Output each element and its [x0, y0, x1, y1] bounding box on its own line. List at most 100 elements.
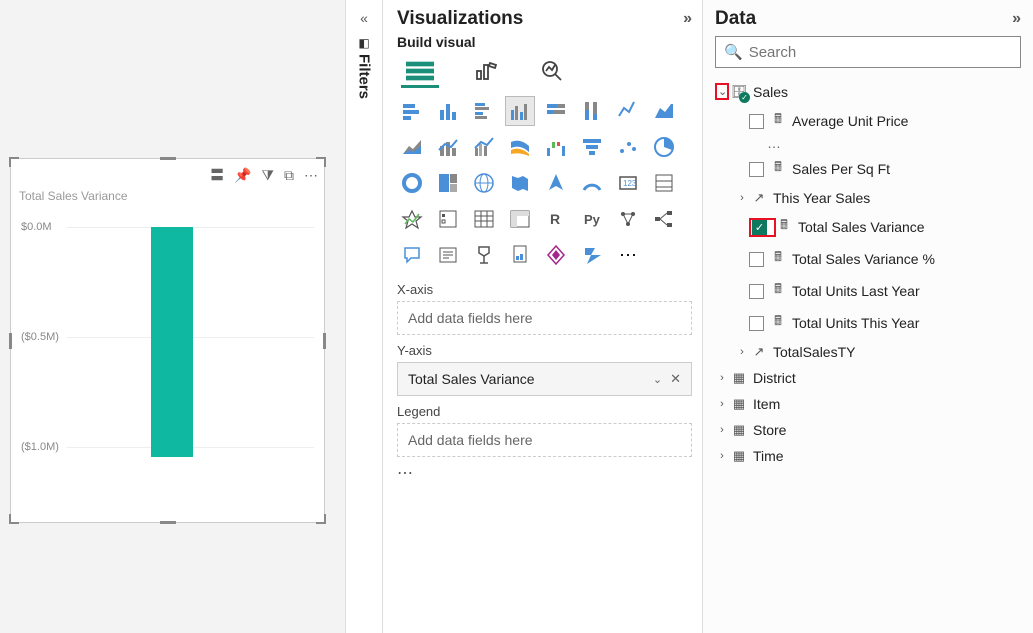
focus-icon[interactable]: ⧉	[284, 167, 294, 184]
column-chart-visual[interactable]: 〓 📌 ⧩ ⧉ ⋯ Total Sales Variance $0.0M ($0…	[10, 158, 325, 523]
measure-icon: 🖩	[770, 280, 786, 302]
resize-handle-br[interactable]	[316, 514, 326, 524]
more-wells-icon[interactable]: ⋯	[397, 463, 692, 483]
waterfall-chart-icon[interactable]	[541, 132, 571, 162]
area-chart-icon[interactable]	[649, 96, 679, 126]
scatter-chart-icon[interactable]	[613, 132, 643, 162]
data-pane-title: Data	[715, 8, 756, 30]
field-total-sales-ty[interactable]: › ↗ TotalSalesTY	[715, 339, 1021, 365]
pie-chart-icon[interactable]	[649, 132, 679, 162]
checkbox-total-sales-variance[interactable]	[752, 220, 767, 235]
field-total-units-last-year[interactable]: 🖩 Total Units Last Year	[715, 275, 1021, 307]
search-input[interactable]	[749, 44, 1012, 61]
table-icon[interactable]	[469, 204, 499, 234]
expand-sales-icon[interactable]: ⌄	[715, 83, 729, 100]
stacked-column-chart-icon[interactable]	[433, 96, 463, 126]
hundred-stacked-column-icon[interactable]	[577, 96, 607, 126]
line-clustered-column-icon[interactable]	[469, 132, 499, 162]
key-influencers-icon[interactable]	[613, 204, 643, 234]
card-icon[interactable]: 123	[613, 168, 643, 198]
table-item[interactable]: › ▦ Item	[715, 391, 1021, 417]
filled-map-icon[interactable]	[505, 168, 535, 198]
field-avg-unit-price[interactable]: 🖩 Average Unit Price	[715, 105, 1021, 137]
field-total-sales-variance-pct[interactable]: 🖩 Total Sales Variance %	[715, 243, 1021, 275]
measure-icon: 🖩	[770, 248, 786, 270]
legend-well[interactable]: Add data fields here	[397, 423, 692, 457]
clustered-bar-chart-icon[interactable]	[469, 96, 499, 126]
line-stacked-column-icon[interactable]	[433, 132, 463, 162]
smart-narrative-icon[interactable]	[433, 240, 463, 270]
resize-handle-bl[interactable]	[9, 514, 19, 524]
stacked-bar-chart-icon[interactable]	[397, 96, 427, 126]
field-total-units-this-year[interactable]: 🖩 Total Units This Year	[715, 307, 1021, 339]
expand-icon[interactable]: ›	[735, 192, 749, 204]
table-sales[interactable]: ⌄ 🗄 Sales	[715, 78, 1021, 105]
expand-icon[interactable]: ›	[735, 346, 749, 358]
r-visual-icon[interactable]: R	[541, 204, 571, 234]
expand-time-icon[interactable]: ›	[715, 450, 729, 462]
search-box[interactable]: 🔍	[715, 36, 1021, 68]
field-ellipsis[interactable]: …	[715, 135, 1021, 151]
resize-handle-bottom[interactable]	[160, 521, 176, 524]
checkbox-sales-per-sqft[interactable]	[749, 162, 764, 177]
expand-item-icon[interactable]: ›	[715, 398, 729, 410]
collapse-data-icon[interactable]: »	[1012, 10, 1021, 28]
line-chart-icon[interactable]	[613, 96, 643, 126]
power-automate-icon[interactable]	[577, 240, 607, 270]
y-axis-dropdown-icon[interactable]: ⌄	[653, 373, 662, 386]
tab-format-visual[interactable]	[467, 56, 505, 88]
kpi-icon[interactable]	[397, 204, 427, 234]
y-axis-well[interactable]: Total Sales Variance ⌄ ✕	[397, 362, 692, 396]
chart-bar[interactable]	[151, 227, 193, 457]
table-label: Item	[753, 396, 780, 412]
multi-row-card-icon[interactable]	[649, 168, 679, 198]
azure-map-icon[interactable]	[541, 168, 571, 198]
y-axis-remove-icon[interactable]: ✕	[670, 371, 681, 387]
filters-pane-collapsed[interactable]: « ◧ Filters	[345, 0, 383, 633]
field-total-sales-variance[interactable]: 🖩 Total Sales Variance	[715, 211, 1021, 243]
expand-filters-icon[interactable]: «	[360, 10, 368, 26]
checkbox-tuty[interactable]	[749, 316, 764, 331]
table-time[interactable]: › ▦ Time	[715, 443, 1021, 469]
checkbox-tsv-pct[interactable]	[749, 252, 764, 267]
python-visual-icon[interactable]: Py	[577, 204, 607, 234]
gauge-icon[interactable]	[577, 168, 607, 198]
decomposition-tree-icon[interactable]	[649, 204, 679, 234]
report-canvas[interactable]: 〓 📌 ⧩ ⧉ ⋯ Total Sales Variance $0.0M ($0…	[0, 0, 345, 633]
resize-handle-top[interactable]	[160, 157, 176, 160]
treemap-icon[interactable]	[433, 168, 463, 198]
power-apps-icon[interactable]	[541, 240, 571, 270]
slicer-icon[interactable]	[433, 204, 463, 234]
tab-build-visual[interactable]	[401, 56, 439, 88]
resize-handle-tl[interactable]	[9, 157, 19, 167]
stacked-area-chart-icon[interactable]	[397, 132, 427, 162]
x-axis-placeholder: Add data fields here	[408, 310, 533, 326]
field-this-year-sales[interactable]: › ↗ This Year Sales	[715, 185, 1021, 211]
expand-store-icon[interactable]: ›	[715, 424, 729, 436]
x-axis-well[interactable]: Add data fields here	[397, 301, 692, 335]
checkbox-tuly[interactable]	[749, 284, 764, 299]
drag-handle-icon[interactable]: 〓	[210, 165, 224, 185]
more-visuals-icon[interactable]: ⋯	[613, 240, 643, 270]
table-district[interactable]: › ▦ District	[715, 365, 1021, 391]
table-store[interactable]: › ▦ Store	[715, 417, 1021, 443]
funnel-chart-icon[interactable]	[577, 132, 607, 162]
expand-district-icon[interactable]: ›	[715, 372, 729, 384]
matrix-icon[interactable]	[505, 204, 535, 234]
qa-visual-icon[interactable]	[397, 240, 427, 270]
filter-icon[interactable]: ⧩	[262, 167, 275, 184]
pin-icon[interactable]: 📌	[234, 167, 251, 184]
checkbox-avg-unit-price[interactable]	[749, 114, 764, 129]
donut-chart-icon[interactable]	[397, 168, 427, 198]
clustered-column-chart-icon[interactable]	[505, 96, 535, 126]
hundred-stacked-bar-icon[interactable]	[541, 96, 571, 126]
collapse-viz-icon[interactable]: »	[683, 10, 692, 28]
goals-icon[interactable]	[469, 240, 499, 270]
visualization-type-grid: 123 R Py ⋯	[397, 96, 692, 270]
field-sales-per-sqft[interactable]: 🖩 Sales Per Sq Ft	[715, 153, 1021, 185]
map-icon[interactable]	[469, 168, 499, 198]
tab-analytics[interactable]	[533, 56, 571, 88]
paginated-report-icon[interactable]	[505, 240, 535, 270]
ribbon-chart-icon[interactable]	[505, 132, 535, 162]
more-options-icon[interactable]: ⋯	[304, 167, 318, 184]
